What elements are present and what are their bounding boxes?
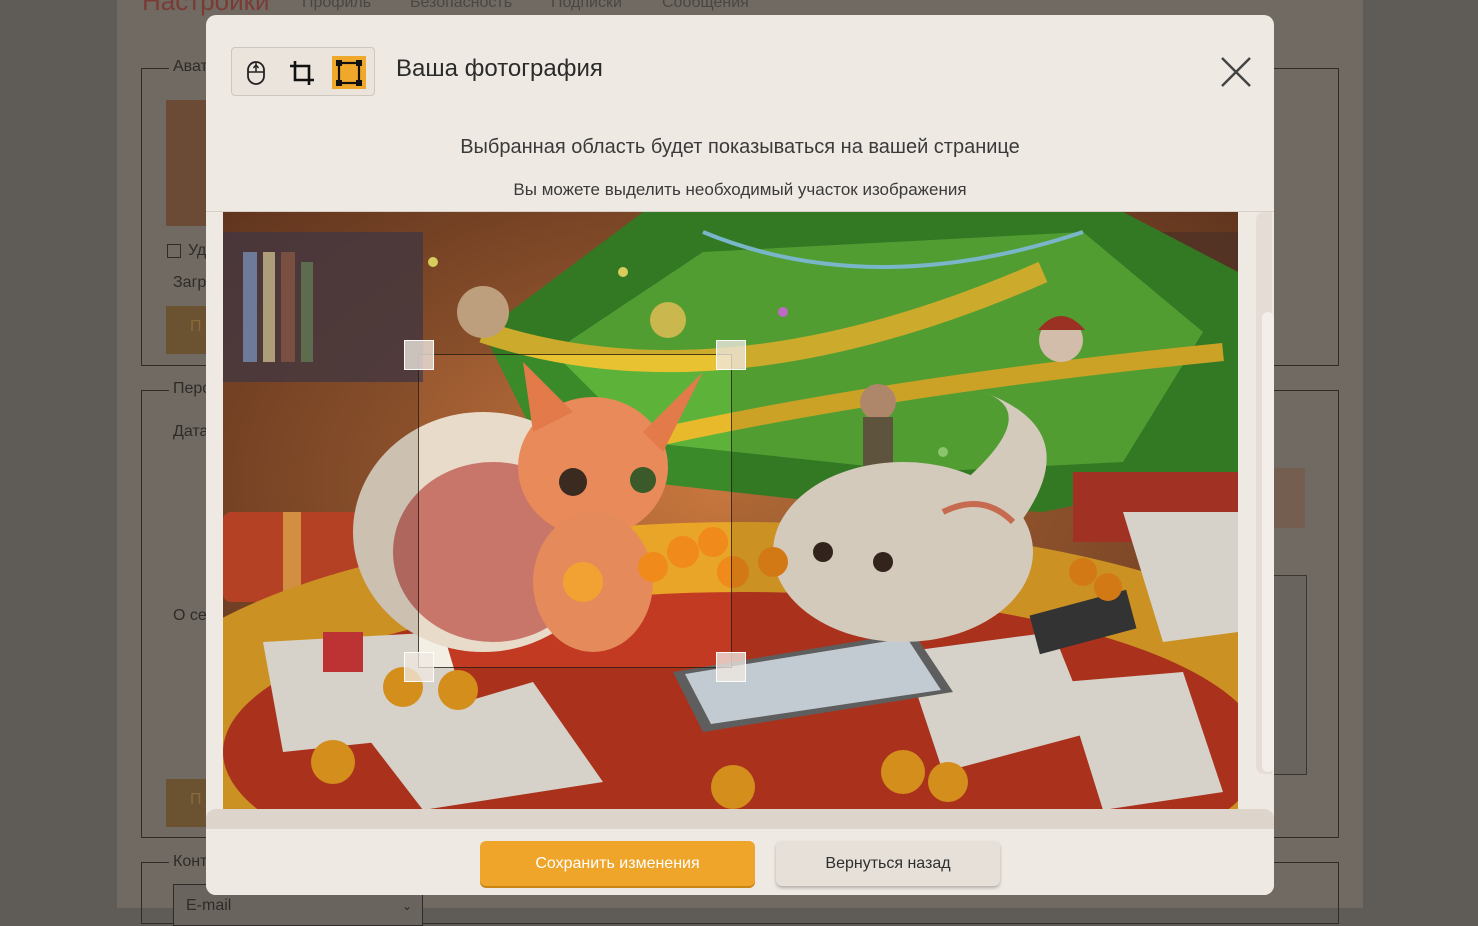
crop-tool-button[interactable]	[285, 56, 319, 89]
nav-subscriptions[interactable]: Подписки	[551, 0, 622, 12]
save-personal-button[interactable]: П	[166, 779, 210, 827]
crop-handle-bottom-left[interactable]	[404, 652, 434, 682]
modal-title: Ваша фотография	[396, 55, 603, 82]
modal-hint: Вы можете выделить необходимый участок и…	[513, 180, 967, 199]
go-back-button[interactable]: Вернуться назад	[776, 841, 1000, 886]
avatar	[166, 100, 210, 226]
about-label: О се	[173, 607, 207, 624]
delete-avatar-checkbox[interactable]	[167, 244, 181, 258]
mouse-icon	[247, 60, 265, 85]
contact-type-value: E-mail	[186, 897, 232, 914]
delete-label: Уд	[188, 242, 207, 259]
tool-group	[231, 47, 375, 96]
photo-modal: Ваша фотография Выбранная область будет …	[206, 15, 1274, 895]
select-area-tool-button[interactable]	[332, 56, 366, 89]
crop-handle-top-left[interactable]	[404, 340, 434, 370]
modal-subtitle: Выбранная область будет показываться на …	[460, 136, 1020, 158]
crop-selection[interactable]	[418, 354, 732, 668]
horizontal-scrollbar[interactable]	[206, 809, 1274, 829]
vertical-scrollbar-thumb[interactable]	[1262, 312, 1274, 772]
nav-messages[interactable]: Сообщения	[662, 0, 749, 12]
nav-security[interactable]: Безопасность	[410, 0, 512, 12]
upload-label: Загр	[173, 274, 207, 291]
close-icon	[1221, 57, 1251, 87]
crop-handle-top-right[interactable]	[716, 340, 746, 370]
image-scroll-area[interactable]	[206, 212, 1274, 829]
close-button[interactable]	[1216, 52, 1256, 92]
select-area-icon	[336, 59, 362, 86]
save-changes-button[interactable]: Сохранить изменения	[480, 841, 755, 886]
photo-canvas	[223, 212, 1238, 810]
crop-icon	[290, 60, 314, 85]
chevron-down-icon: ⌄	[401, 899, 412, 913]
upload-button[interactable]: П	[166, 306, 210, 354]
nav-profile[interactable]: Профиль	[302, 0, 371, 12]
birthdate-label: Дата	[173, 423, 209, 440]
crop-handle-bottom-right[interactable]	[716, 652, 746, 682]
mouse-tool-button[interactable]	[239, 56, 273, 89]
